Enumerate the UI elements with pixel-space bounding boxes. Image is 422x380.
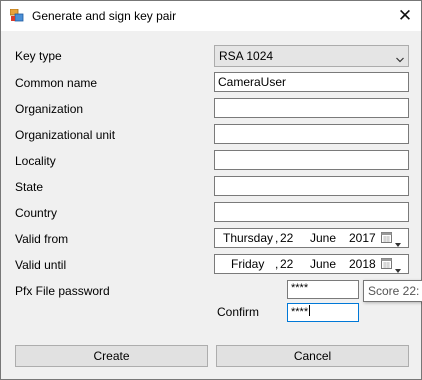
key-type-value: RSA 1024 [219, 49, 274, 63]
calendar-icon[interactable] [381, 258, 392, 269]
valid-until-year[interactable]: 2018 [349, 257, 376, 271]
valid-from-label: Valid from [15, 232, 69, 246]
locality-input[interactable] [214, 150, 409, 170]
state-input[interactable] [214, 176, 409, 196]
chevron-down-icon[interactable] [395, 236, 401, 247]
calendar-icon[interactable] [381, 232, 392, 243]
cancel-button[interactable]: Cancel [216, 345, 409, 367]
valid-from-separator: , [275, 231, 279, 245]
valid-until-label: Valid until [15, 258, 67, 272]
state-label: State [15, 180, 44, 194]
text-caret [309, 305, 311, 316]
confirm-label: Confirm [217, 305, 260, 319]
confirm-password-value: **** [291, 306, 309, 318]
organizational-unit-label: Organizational unit [15, 128, 116, 142]
password-score-text: Score 22: W [368, 284, 422, 298]
common-name-input[interactable]: CameraUser [214, 72, 409, 92]
dialog-window: Generate and sign key pair ✕ Key type RS… [0, 0, 422, 380]
confirm-password-content: **** [291, 305, 311, 318]
valid-until-day[interactable]: 22 [280, 257, 293, 271]
valid-until-separator: , [275, 257, 279, 271]
key-type-select[interactable]: RSA 1024 [214, 45, 409, 67]
locality-label: Locality [15, 154, 56, 168]
organizational-unit-input[interactable] [214, 124, 409, 144]
chevron-down-icon [396, 52, 404, 63]
valid-from-month[interactable]: June [310, 231, 336, 245]
title-bar[interactable]: Generate and sign key pair ✕ [1, 1, 421, 31]
valid-from-weekday[interactable]: Thursday [223, 231, 273, 245]
common-name-label: Common name [15, 76, 98, 90]
organization-input[interactable] [214, 98, 409, 118]
confirm-password-input[interactable]: **** [287, 303, 359, 322]
pfx-password-value: **** [291, 282, 309, 294]
create-button[interactable]: Create [15, 345, 208, 367]
valid-until-datepicker[interactable]: Friday , 22 June 2018 [214, 254, 409, 274]
pfx-password-label: Pfx File password [15, 284, 110, 298]
valid-until-month[interactable]: June [310, 257, 336, 271]
key-type-label: Key type [15, 49, 62, 63]
password-score-tooltip: Score 22: W [363, 280, 422, 302]
valid-until-weekday[interactable]: Friday [231, 257, 264, 271]
close-icon[interactable]: ✕ [391, 5, 419, 27]
common-name-value: CameraUser [218, 75, 287, 89]
valid-from-datepicker[interactable]: Thursday , 22 June 2017 [214, 228, 409, 248]
country-label: Country [15, 206, 58, 220]
key-pair-app-icon [9, 8, 24, 22]
window-title: Generate and sign key pair [32, 9, 177, 23]
country-input[interactable] [214, 202, 409, 222]
pfx-password-input[interactable]: **** [287, 280, 359, 299]
valid-from-day[interactable]: 22 [280, 231, 293, 245]
organization-label: Organization [15, 102, 84, 116]
chevron-down-icon[interactable] [395, 262, 401, 273]
valid-from-year[interactable]: 2017 [349, 231, 376, 245]
